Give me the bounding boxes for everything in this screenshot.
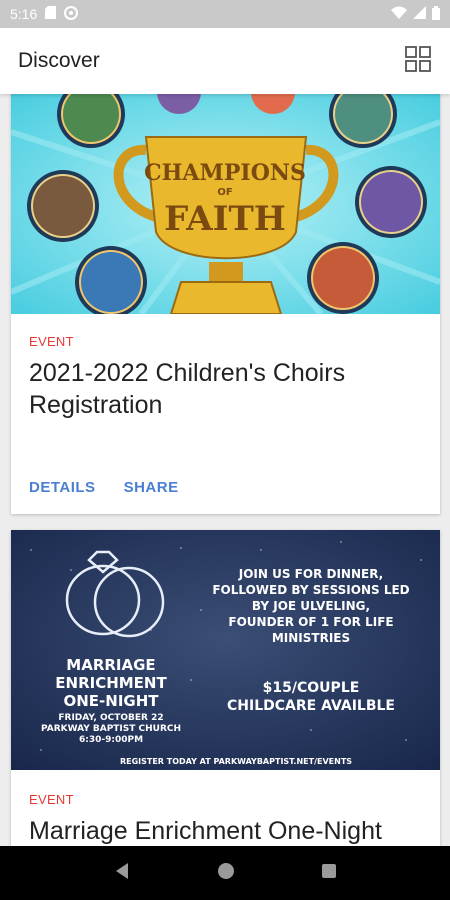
wifi-icon [391,6,407,22]
wordmark-champions: CHAMPIONS [144,160,306,186]
flyer-register: REGISTER TODAY AT PARKWAYBAPTIST.NET/EVE… [120,757,352,766]
details-button[interactable]: DETAILS [29,479,96,496]
flyer-date: FRIDAY, OCTOBER 22 [58,713,163,723]
event-title[interactable]: Marriage Enrichment One-Night [29,815,422,846]
status-bar: 5:16 [0,0,450,28]
wordmark-of: OF [217,187,232,198]
sync-icon [64,5,79,23]
event-type-label: EVENT [29,334,74,349]
battery-icon [432,5,440,23]
flyer-price: $15/COUPLE [263,680,360,696]
event-image[interactable]: CHAMPIONS OF FAITH [11,94,440,314]
event-image[interactable]: MARRIAGE ENRICHMENT ONE-NIGHT FRIDAY, OC… [11,530,440,770]
flyer-info-line-4: FOUNDER OF 1 FOR LIFE [228,615,393,629]
discover-feed[interactable]: CHAMPIONS OF FAITH EVENT 2021-2022 Child… [0,94,450,846]
flyer-info-line-1: JOIN US FOR DINNER, [238,567,383,581]
flyer-childcare: CHILDCARE AVAILBLE [227,698,395,714]
flyer-title-line-3: ONE-NIGHT [63,692,159,710]
back-icon[interactable] [113,862,131,885]
event-type-label: EVENT [29,792,74,807]
flyer-title-line-2: ENRICHMENT [55,674,167,692]
flyer-time: 6:30-9:00PM [79,735,143,745]
wordmark-faith: FAITH [164,199,286,239]
sd-card-icon [45,6,57,22]
status-time: 5:16 [10,6,38,22]
card-actions: DETAILS SHARE [29,479,179,496]
flyer-info-line-2: FOLLOWED BY SESSIONS LED [212,583,409,597]
view-toggle-button[interactable] [404,45,432,77]
event-card[interactable]: CHAMPIONS OF FAITH EVENT 2021-2022 Child… [11,94,440,514]
event-card[interactable]: MARRIAGE ENRICHMENT ONE-NIGHT FRIDAY, OC… [11,530,440,846]
share-button[interactable]: SHARE [124,479,179,496]
flyer-title-line-1: MARRIAGE [66,656,155,674]
page-title: Discover [18,49,100,72]
flyer-info-line-3: BY JOE ULVELING, [252,599,370,613]
home-icon[interactable] [217,862,235,885]
flyer-info-line-5: MINISTRIES [272,631,350,645]
system-nav-bar [0,846,450,900]
signal-icon [413,6,426,22]
recents-icon[interactable] [321,863,337,884]
flyer-venue: PARKWAY BAPTIST CHURCH [41,724,181,734]
app-bar: Discover [0,28,450,94]
event-title[interactable]: 2021-2022 Children's Choirs Registration [29,357,422,421]
grid-view-icon [405,45,431,77]
